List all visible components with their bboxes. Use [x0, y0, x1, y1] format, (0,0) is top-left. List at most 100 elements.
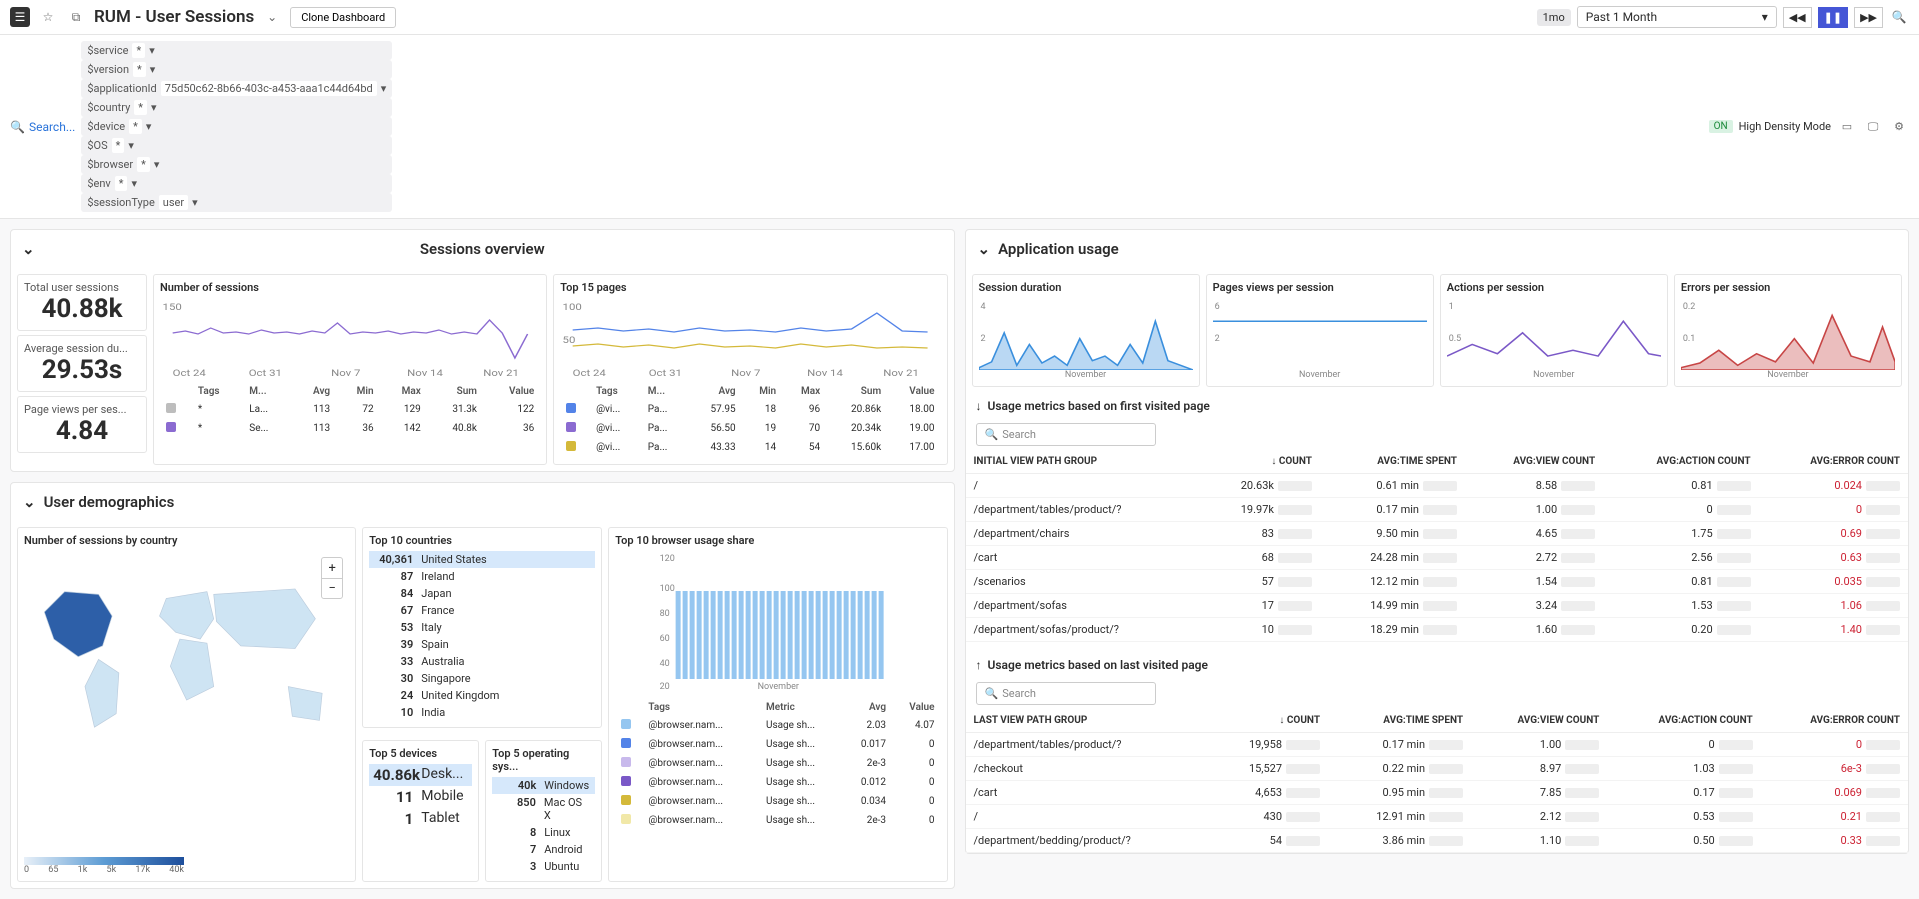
table-row[interactable]: /checkout 15,527 0.22 min 8.97 1.03 6e-3 [966, 757, 1909, 781]
top-os-title: Top 5 operating sys... [492, 747, 595, 773]
filter-pill[interactable]: $device*▾ [81, 117, 392, 136]
table-row[interactable]: /department/tables/product/? 19,958 0.17… [966, 733, 1909, 757]
chevron-down-icon[interactable]: ⌄ [22, 240, 35, 258]
svg-text:40: 40 [660, 659, 670, 669]
table-row[interactable]: / 20.63k 0.61 min 8.58 0.81 0.024 [966, 474, 1909, 498]
list-item[interactable]: 53Italy [369, 619, 595, 636]
list-item[interactable]: 1Tablet [369, 808, 472, 830]
list-item[interactable]: 84Japan [369, 585, 595, 602]
list-item[interactable]: 33Australia [369, 653, 595, 670]
table-row[interactable]: /scenarios 57 12.12 min 1.54 0.81 0.035 [966, 570, 1909, 594]
svg-text:November: November [758, 682, 799, 691]
stat-card: Total user sessions40.88k [17, 274, 147, 331]
list-item[interactable]: 40,361United States [369, 551, 595, 568]
first-visited-search[interactable]: 🔍Search [976, 423, 1156, 446]
svg-text:100: 100 [660, 584, 675, 594]
filter-pill[interactable]: $version*▾ [81, 60, 392, 79]
filter-pill[interactable]: $env*▾ [81, 174, 392, 193]
list-item[interactable]: 67France [369, 602, 595, 619]
svg-text:Nov 14: Nov 14 [407, 367, 443, 378]
top-pages-title: Top 15 pages [560, 281, 940, 294]
app-usage-card: Errors per session 0.2 0.1 November [1674, 274, 1902, 387]
list-item[interactable]: 10India [369, 704, 595, 721]
list-item[interactable]: 7Android [492, 841, 595, 858]
list-item[interactable]: 8Linux [492, 824, 595, 841]
list-item[interactable]: 850Mac OS X [492, 794, 595, 824]
search-icon: 🔍 [985, 687, 999, 700]
top-countries-title: Top 10 countries [369, 534, 595, 547]
user-demographics-title: User demographics [44, 493, 175, 511]
top-devices-title: Top 5 devices [369, 747, 472, 760]
table-row[interactable]: /department/sofas/product/? 10 18.29 min… [966, 618, 1909, 642]
search-link[interactable]: 🔍 Search... [10, 120, 75, 134]
filter-pill[interactable]: $sessionTypeuser▾ [81, 193, 392, 212]
table-row[interactable]: /cart 68 24.28 min 2.72 2.56 0.63 [966, 546, 1909, 570]
sessions-overview-title: Sessions overview [420, 240, 545, 258]
gear-icon[interactable]: ⚙ [1889, 117, 1909, 137]
svg-text:Oct 24: Oct 24 [173, 367, 206, 378]
svg-text:120: 120 [660, 554, 675, 564]
list-item[interactable]: 87Ireland [369, 568, 595, 585]
chevron-down-icon[interactable]: ⌄ [23, 493, 36, 511]
page-title: RUM - User Sessions [94, 7, 254, 27]
list-item[interactable]: 24United Kingdom [369, 687, 595, 704]
svg-text:20: 20 [660, 682, 670, 691]
svg-text:100: 100 [563, 301, 582, 312]
list-item[interactable]: 11Mobile [369, 786, 472, 808]
filter-pill[interactable]: $service*▾ [81, 41, 392, 60]
svg-text:Nov 7: Nov 7 [331, 367, 361, 378]
table-row[interactable]: /department/tables/product/? 19.97k 0.17… [966, 498, 1909, 522]
search-icon: 🔍 [985, 428, 999, 441]
map-title: Number of sessions by country [24, 534, 349, 547]
chevron-down-icon: ▾ [1762, 10, 1768, 24]
svg-text:150: 150 [163, 301, 182, 312]
chevron-down-icon[interactable]: ⌄ [978, 240, 991, 258]
table-row[interactable]: / 430 12.91 min 2.12 0.53 0.21 [966, 805, 1909, 829]
table-row[interactable]: /department/chairs 83 9.50 min 4.65 1.75… [966, 522, 1909, 546]
svg-text:80: 80 [660, 609, 670, 619]
num-sessions-title: Number of sessions [160, 281, 540, 294]
list-item[interactable]: 39Spain [369, 636, 595, 653]
layout-icon[interactable]: ⧉ [66, 7, 86, 27]
filter-pill[interactable]: $OS*▾ [81, 136, 392, 155]
last-visited-search[interactable]: 🔍Search [976, 682, 1156, 705]
svg-text:Oct 31: Oct 31 [249, 367, 282, 378]
search-icon[interactable]: 🔍 [1889, 7, 1909, 27]
menu-icon[interactable]: ☰ [10, 7, 30, 27]
map-legend [24, 857, 184, 865]
time-back-button[interactable]: ◀◀ [1783, 7, 1812, 28]
chevron-down-icon[interactable]: ⌄ [262, 7, 282, 27]
time-forward-button[interactable]: ▶▶ [1854, 7, 1883, 28]
table-row[interactable]: /department/bedding/product/? 54 3.86 mi… [966, 829, 1909, 853]
list-item[interactable]: 40kWindows [492, 777, 595, 794]
svg-text:Nov 7: Nov 7 [731, 367, 761, 378]
clone-dashboard-button[interactable]: Clone Dashboard [290, 7, 396, 28]
filter-pill[interactable]: $country*▾ [81, 98, 392, 117]
filter-pill[interactable]: $applicationId75d50c62-8b66-403c-a453-aa… [81, 79, 392, 98]
monitor-icon[interactable]: 🖵 [1863, 117, 1883, 137]
tv-icon[interactable]: ▭ [1837, 117, 1857, 137]
search-icon: 🔍 [10, 120, 25, 134]
filter-pill[interactable]: $browser*▾ [81, 155, 392, 174]
table-row[interactable]: /cart 4,653 0.95 min 7.85 0.17 0.069 [966, 781, 1909, 805]
star-icon[interactable]: ☆ [38, 7, 58, 27]
svg-text:Nov 14: Nov 14 [807, 367, 843, 378]
hd-label: High Density Mode [1739, 120, 1831, 133]
list-item[interactable]: 30Singapore [369, 670, 595, 687]
zoom-in-button[interactable]: + [322, 558, 342, 578]
table-row[interactable]: /department/sofas 17 14.99 min 3.24 1.53… [966, 594, 1909, 618]
stat-card: Page views per ses...4.84 [17, 396, 147, 453]
stat-card: Average session du...29.53s [17, 335, 147, 392]
time-range-select[interactable]: Past 1 Month ▾ [1577, 6, 1777, 28]
hd-on-badge: ON [1709, 120, 1733, 133]
arrow-down-icon: ↓ [976, 399, 982, 413]
zoom-out-button[interactable]: − [322, 578, 342, 598]
svg-text:60: 60 [660, 634, 670, 644]
time-preset-pill[interactable]: 1mo [1537, 9, 1571, 26]
app-usage-title: Application usage [998, 240, 1119, 258]
svg-text:50: 50 [563, 334, 576, 345]
list-item[interactable]: 40.86kDesk... [369, 764, 472, 786]
svg-text:Oct 31: Oct 31 [649, 367, 682, 378]
list-item[interactable]: 3Ubuntu [492, 858, 595, 875]
pause-button[interactable]: ❚❚ [1818, 7, 1848, 28]
